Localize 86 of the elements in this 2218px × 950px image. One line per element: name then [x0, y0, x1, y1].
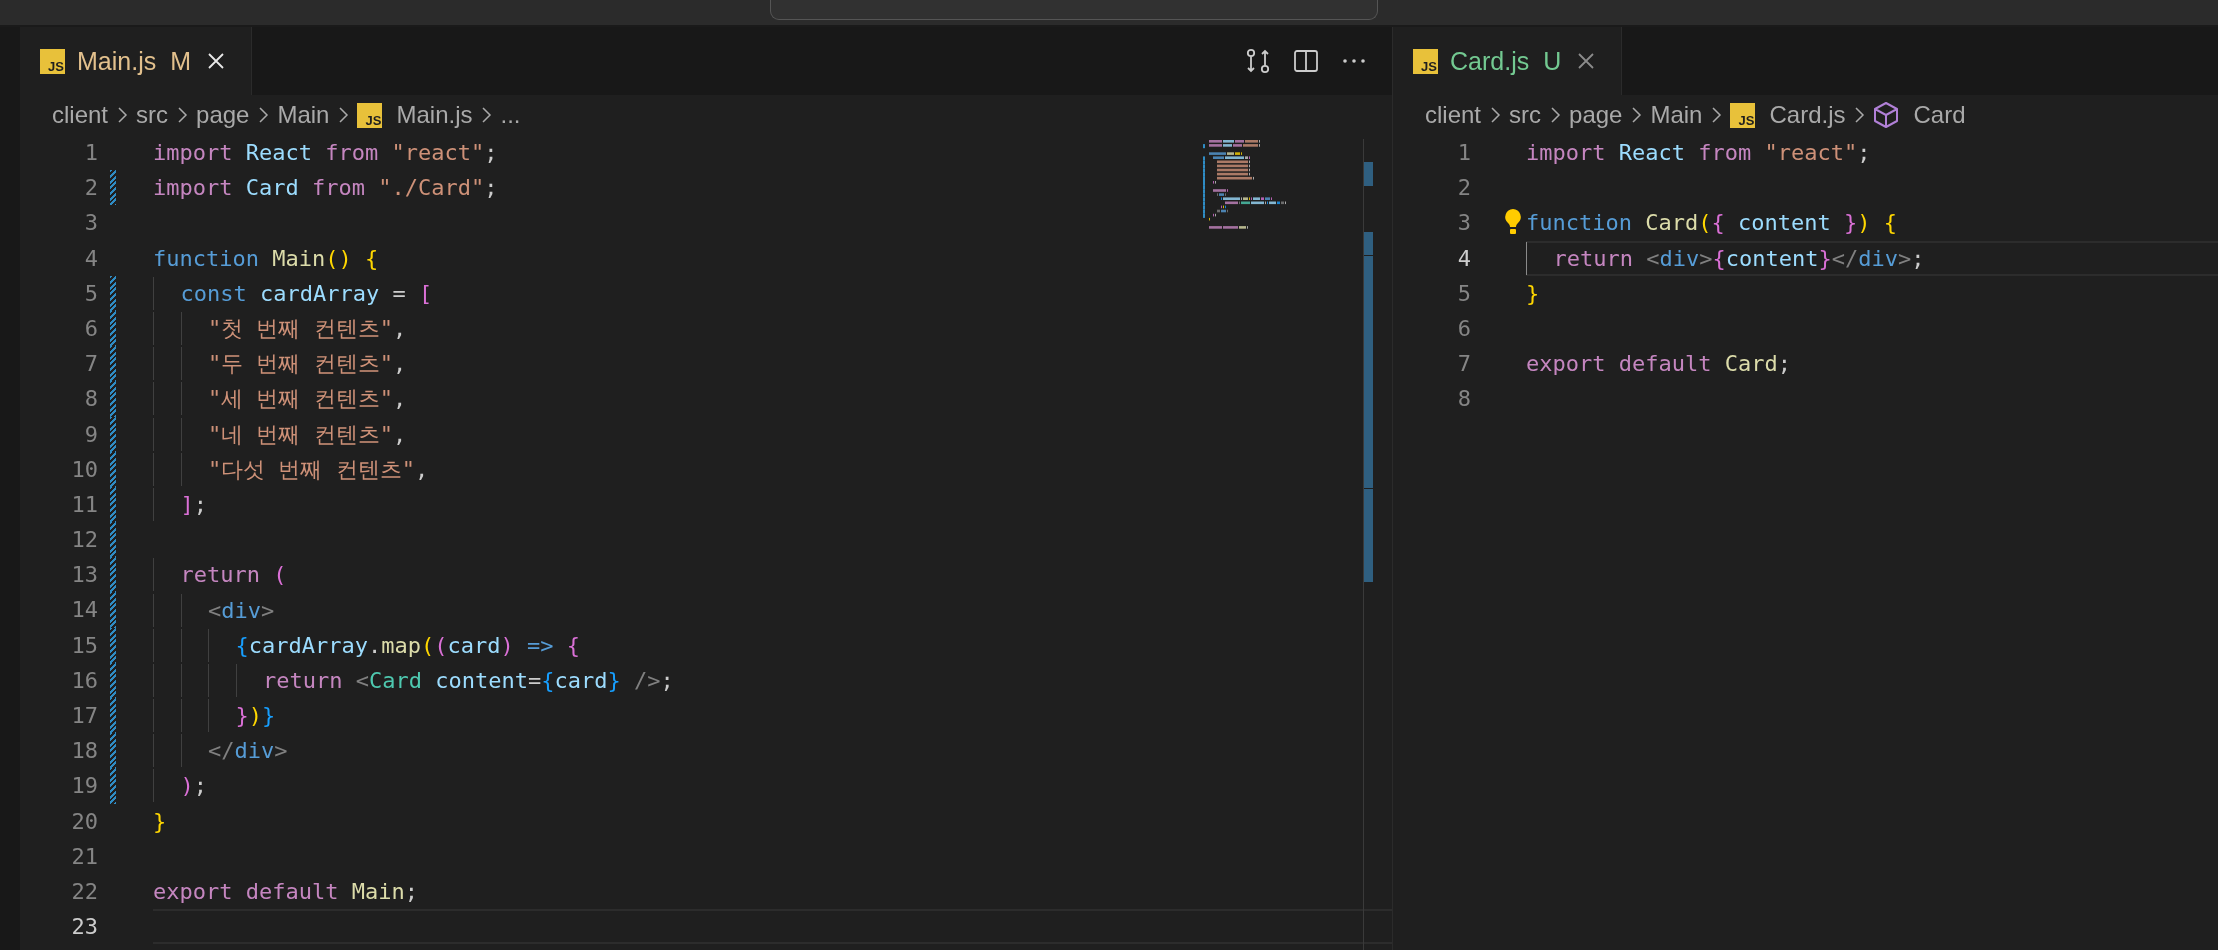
- line-number: 9: [83, 420, 98, 449]
- line-number: 23: [70, 913, 98, 942]
- breadcrumb-item[interactable]: Main: [1650, 101, 1703, 129]
- line-number: 5: [1456, 279, 1471, 308]
- code-line: <div>: [153, 593, 275, 627]
- code-line: const cardArray = [: [153, 276, 433, 310]
- line-number: 3: [83, 209, 98, 238]
- code-line: return <div>{content}</div>;: [1526, 241, 1925, 275]
- chevron-icon: [337, 105, 350, 125]
- line-number: 2: [1456, 174, 1471, 203]
- chevron-icon: [176, 105, 189, 125]
- line-number: 16: [70, 666, 98, 695]
- breadcrumb-item[interactable]: page: [1569, 101, 1623, 129]
- git-compare-icon[interactable]: [1244, 47, 1272, 75]
- code-line: export default Card;: [1526, 350, 1791, 379]
- line-number: 15: [70, 631, 98, 660]
- line-number: 10: [70, 455, 98, 484]
- line-number: 12: [70, 526, 98, 555]
- breadcrumb-item[interactable]: client: [1425, 101, 1482, 129]
- breadcrumb-item[interactable]: page: [196, 101, 250, 129]
- breadcrumb-item[interactable]: Card: [1873, 101, 1966, 129]
- chevron-icon: [480, 105, 493, 125]
- code-line: return (: [153, 558, 287, 592]
- code-line: function Card({ content }) {: [1526, 209, 1897, 238]
- js-file-icon: JS: [1730, 102, 1756, 128]
- line-number: 5: [83, 279, 98, 308]
- line-number: 4: [83, 244, 98, 273]
- line-number: 13: [70, 561, 98, 590]
- code-line: import React from "react";: [153, 139, 498, 168]
- chevron-icon: [257, 105, 270, 125]
- js-file-icon: JS: [1413, 48, 1438, 74]
- code-line: function Main() {: [153, 244, 379, 273]
- code-line: }: [153, 807, 167, 836]
- line-number: 7: [1456, 350, 1471, 379]
- code-line: {cardArray.map((card) => {: [153, 628, 580, 662]
- line-number: 3: [1456, 209, 1471, 238]
- breadcrumb-item[interactable]: Main: [277, 101, 330, 129]
- code-line: </div>: [153, 734, 288, 768]
- chevron-icon: [1710, 105, 1723, 125]
- line-number: 22: [70, 877, 98, 906]
- code-line: import Card from "./Card";: [153, 174, 498, 203]
- code-line: "두 번째 컨텐츠",: [153, 347, 407, 381]
- code-line: })}: [153, 699, 276, 733]
- editor-tab[interactable]: JS Card.js U: [1393, 27, 1623, 95]
- chevron-icon: [1853, 105, 1866, 125]
- line-number: 20: [70, 807, 98, 836]
- split-editor-icon[interactable]: [1292, 47, 1320, 75]
- line-number: 17: [70, 702, 98, 730]
- line-number: 6: [1456, 314, 1471, 343]
- editor-tab[interactable]: JS Main.js M: [20, 27, 252, 95]
- line-number: 6: [83, 314, 98, 343]
- code-line: "세 번째 컨텐츠",: [153, 382, 407, 416]
- breadcrumb-item[interactable]: src: [1509, 101, 1542, 129]
- code-line: return <Card content={card} />;: [153, 663, 674, 697]
- breadcrumb-item[interactable]: JS Card.js: [1730, 101, 1846, 129]
- code-line: );: [153, 769, 207, 803]
- line-number: 14: [70, 596, 98, 625]
- line-number: 8: [1456, 385, 1471, 414]
- chevron-icon: [1630, 105, 1643, 125]
- line-number: 8: [83, 385, 98, 414]
- line-number: 21: [70, 842, 98, 871]
- breadcrumb-item[interactable]: src: [136, 101, 169, 129]
- cube-icon: [1873, 101, 1900, 129]
- line-number: 18: [70, 737, 98, 766]
- line-number: 7: [83, 350, 98, 379]
- code-line: "첫 번째 컨텐츠",: [153, 312, 407, 346]
- breadcrumb-item[interactable]: ...: [500, 101, 521, 129]
- chevron-icon: [1549, 105, 1562, 125]
- line-number: 1: [83, 139, 98, 167]
- breadcrumb-item[interactable]: client: [52, 101, 109, 129]
- js-file-icon: JS: [40, 48, 65, 74]
- js-file-icon: JS: [357, 102, 383, 128]
- code-line: import React from "react";: [1526, 139, 1871, 168]
- chevron-icon: [116, 105, 129, 125]
- code-line: }: [1526, 279, 1540, 308]
- code-line: ];: [153, 487, 207, 521]
- code-line: export default Main;: [153, 878, 418, 907]
- code-line: "다섯 번째 컨텐츠",: [153, 452, 429, 486]
- line-number: 2: [83, 174, 98, 203]
- breadcrumb-item[interactable]: JS Main.js: [357, 101, 473, 129]
- line-number: 11: [70, 490, 98, 519]
- line-number: 19: [70, 772, 98, 801]
- line-number: 4: [1456, 244, 1471, 273]
- chevron-icon: [1489, 105, 1502, 125]
- code-line: "네 번째 컨텐츠",: [153, 417, 407, 451]
- line-number: 1: [1456, 139, 1471, 167]
